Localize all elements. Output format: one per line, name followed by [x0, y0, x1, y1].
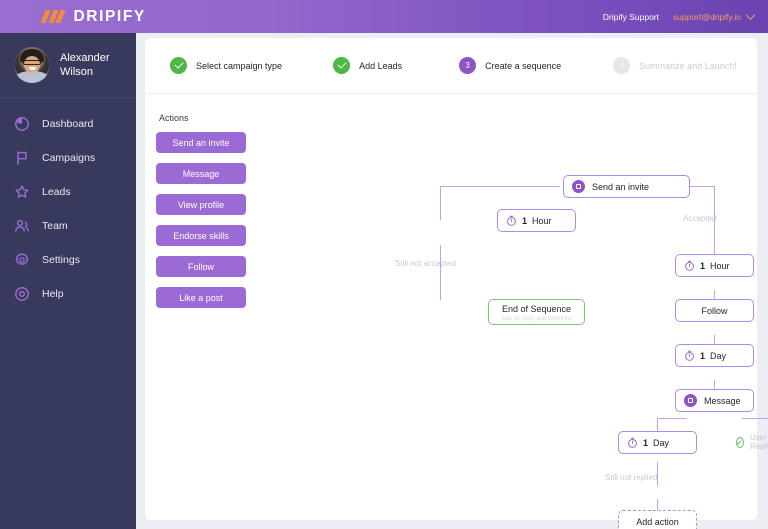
account-email[interactable]: support@dripify.io	[673, 12, 741, 22]
flow-node-message[interactable]: Message	[675, 389, 754, 412]
delay-value: 1	[522, 215, 528, 226]
sidebar-item-dashboard[interactable]: Dashboard	[0, 107, 136, 141]
delay-unit: Hour	[532, 215, 552, 226]
action-button-send-an-invite[interactable]: Send an invite	[156, 132, 246, 153]
flow-node-send-an-invite[interactable]: Send an invite	[563, 175, 690, 198]
sidebar-nav: Dashboard Campaigns Leads Team Settings …	[0, 98, 136, 311]
flow-node-label: Follow	[701, 305, 728, 316]
sidebar-item-help[interactable]: Help	[0, 277, 136, 311]
flow-node-follow[interactable]: Follow	[675, 299, 754, 322]
profile-first-name: Alexander	[60, 52, 110, 64]
brand-logo[interactable]: DRIPIFY	[40, 7, 146, 26]
campaign-stepper: Select campaign type Add Leads 3 Create …	[145, 38, 757, 94]
app-root: DRIPIFY Dripify Support support@dripify.…	[0, 0, 768, 529]
flow-connector	[742, 418, 768, 420]
flow-node-delay-1-hour-right[interactable]: 1 Hour	[675, 254, 754, 277]
sidebar-item-label: Help	[42, 288, 64, 300]
flag-icon	[14, 150, 30, 166]
delay-value: 1	[643, 437, 649, 448]
check-circle-icon	[736, 436, 744, 448]
step-label: Create a sequence	[485, 60, 562, 71]
delay-unit: Day	[653, 437, 670, 448]
edge-label-user-replied: User Replied	[736, 433, 768, 451]
sidebar: Alexander Wilson Dashboard Campaigns Lea…	[0, 33, 136, 529]
flow-node-label: Add action	[636, 516, 679, 527]
timer-icon	[684, 350, 695, 361]
flow-node-delay-1-day-upper[interactable]: 1 Day	[675, 344, 754, 367]
action-button-endorse-skills[interactable]: Endorse skills	[156, 225, 246, 246]
logo-text: DRIPIFY	[73, 7, 146, 25]
message-icon	[684, 394, 697, 407]
action-button-follow[interactable]: Follow	[156, 256, 246, 277]
step-label: Summarize and Launch!	[639, 60, 737, 71]
profile-last-name: Wilson	[60, 66, 94, 78]
gear-icon	[14, 252, 30, 268]
action-button-like-a-post[interactable]: Like a post	[156, 287, 246, 308]
timer-icon	[627, 437, 638, 448]
avatar	[14, 47, 50, 83]
delay-value: 1	[700, 260, 706, 271]
flow-connector	[440, 245, 442, 300]
dashboard-pie-icon	[14, 116, 30, 132]
step-create-a-sequence[interactable]: 3 Create a sequence	[459, 57, 561, 74]
step-label: Add Leads	[359, 60, 403, 71]
top-header: DRIPIFY Dripify Support support@dripify.…	[0, 0, 768, 33]
action-button-message[interactable]: Message	[156, 163, 246, 184]
sequence-flow-canvas: Send an invite 1 Hour 1 Hour End of Sequ…	[270, 106, 768, 529]
delay-unit: Hour	[710, 260, 730, 271]
edge-label-still-not-accepted: Still not accepted	[395, 259, 456, 268]
step-add-leads[interactable]: Add Leads	[333, 57, 402, 74]
sidebar-item-settings[interactable]: Settings	[0, 243, 136, 277]
sidebar-item-label: Dashboard	[42, 118, 94, 130]
timer-icon	[506, 215, 517, 226]
step-number-badge: 4	[613, 57, 631, 74]
flow-node-delay-1-day-lower[interactable]: 1 Day	[618, 431, 697, 454]
logo-slashes-icon	[40, 10, 66, 23]
sidebar-item-label: Team	[42, 220, 68, 232]
step-number-badge: 3	[459, 57, 477, 74]
delay-unit: Day	[710, 350, 727, 361]
header-right: Dripify Support support@dripify.io	[603, 10, 756, 22]
actions-panel: Actions Send an invite Message View prof…	[156, 113, 266, 318]
flow-node-label: Send an invite	[592, 181, 650, 192]
step-done-check-icon	[170, 57, 187, 74]
sidebar-item-leads[interactable]: Leads	[0, 175, 136, 209]
delay-value: 1	[700, 350, 706, 361]
flow-connector	[440, 186, 560, 188]
flow-node-delay-1-hour-left[interactable]: 1 Hour	[497, 209, 576, 232]
sidebar-item-label: Campaigns	[42, 152, 96, 164]
chevron-down-icon[interactable]	[745, 10, 756, 21]
flow-connector	[714, 186, 716, 263]
flow-connector	[657, 418, 687, 420]
timer-icon	[684, 260, 695, 271]
edge-label-accepted: Accepted	[683, 214, 717, 223]
sidebar-item-label: Leads	[42, 186, 71, 198]
users-icon	[14, 218, 30, 234]
profile-block[interactable]: Alexander Wilson	[0, 33, 136, 98]
flow-connector	[440, 186, 442, 220]
profile-name: Alexander Wilson	[60, 51, 110, 79]
flow-connector	[690, 186, 715, 188]
edge-label-still-not-replied: Still not replied	[605, 473, 658, 482]
end-of-sequence-subtitle: wait 30 days and withdraw	[501, 316, 572, 322]
sidebar-item-team[interactable]: Team	[0, 209, 136, 243]
flow-node-end-of-sequence[interactable]: End of Sequence wait 30 days and withdra…	[488, 299, 585, 325]
support-link[interactable]: Dripify Support	[603, 12, 659, 22]
user-replied-text: User Replied	[749, 433, 768, 451]
info-circle-icon	[14, 286, 30, 302]
action-button-view-profile[interactable]: View profile	[156, 194, 246, 215]
step-summarize-and-launch[interactable]: 4 Summarize and Launch!	[613, 57, 737, 74]
invite-icon	[572, 180, 585, 193]
flow-node-add-action[interactable]: Add action	[618, 510, 697, 529]
flow-node-label: End of Sequence	[501, 304, 572, 314]
star-icon	[14, 184, 30, 200]
step-select-campaign-type[interactable]: Select campaign type	[170, 57, 282, 74]
sidebar-item-campaigns[interactable]: Campaigns	[0, 141, 136, 175]
flow-node-label: Message	[704, 395, 741, 406]
step-label: Select campaign type	[196, 60, 283, 71]
step-done-check-icon	[333, 57, 351, 74]
actions-title: Actions	[159, 113, 189, 123]
main-card: Select campaign type Add Leads 3 Create …	[145, 38, 768, 529]
sidebar-item-label: Settings	[42, 254, 80, 266]
